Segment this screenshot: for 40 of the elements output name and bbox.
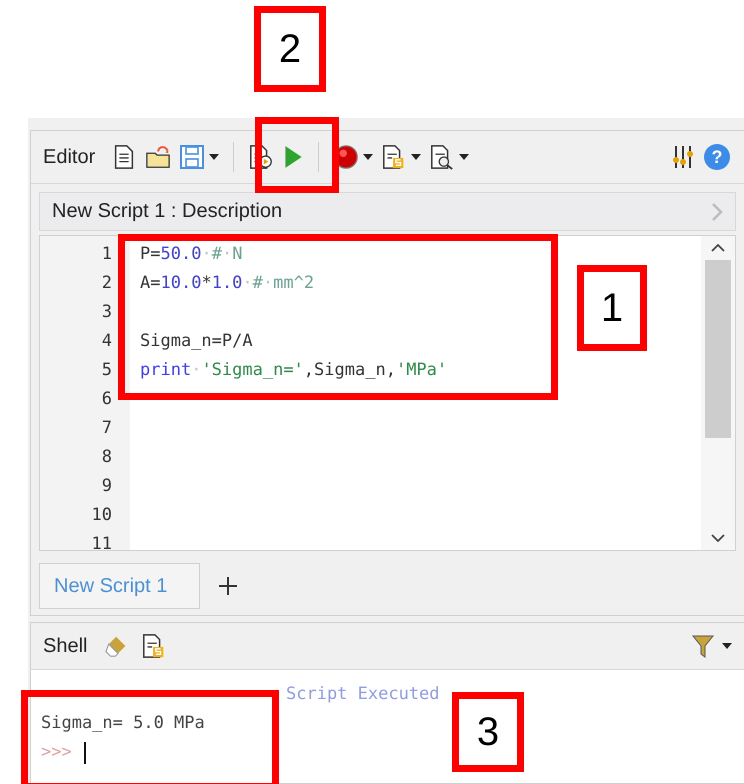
line-number: 10 [90, 504, 113, 527]
scroll-up-icon[interactable] [711, 244, 725, 252]
code-line: A=10.0*1.0·#·mm^2 [140, 272, 316, 295]
sliders-icon[interactable] [670, 144, 696, 170]
description-text: New Script 1 : Description [52, 200, 284, 223]
callout-label: 1 [577, 265, 647, 351]
caret-icon[interactable] [411, 154, 422, 160]
scroll-down-icon[interactable] [711, 534, 725, 542]
run-script-icon[interactable] [248, 144, 274, 170]
line-number: 7 [100, 417, 113, 440]
line-number: 8 [100, 446, 113, 469]
callout-label: 2 [254, 6, 326, 92]
line-number: 2 [100, 272, 113, 295]
scrollbar-thumb[interactable] [705, 260, 731, 438]
code-line: P=50.0·#·N [140, 243, 244, 266]
caret-icon[interactable] [459, 154, 470, 160]
caret-icon[interactable] [363, 154, 374, 160]
text-cursor [84, 742, 86, 764]
code-line: Sigma_n=P/A [140, 330, 254, 353]
document-search-icon[interactable] [429, 144, 456, 170]
line-number: 11 [90, 533, 113, 550]
open-folder-icon[interactable] [145, 144, 172, 170]
scrollbar[interactable] [701, 236, 735, 550]
caret-icon[interactable] [209, 154, 220, 160]
line-number: 6 [100, 388, 113, 411]
line-number: 4 [100, 330, 113, 353]
description-bar[interactable]: New Script 1 : Description [39, 192, 736, 231]
line-number: 5 [100, 359, 113, 382]
line-number: 9 [100, 475, 113, 498]
line-number: 1 [100, 243, 113, 266]
filter-icon[interactable] [690, 633, 716, 659]
panel-title: Shell [43, 634, 88, 658]
output-line: Sigma_n= 5.0 MPa [41, 712, 205, 735]
status-message: Script Executed [286, 683, 440, 706]
callout-label: 3 [452, 692, 524, 772]
add-tab-icon[interactable] [218, 576, 238, 596]
line-number: 3 [100, 301, 113, 324]
caret-icon[interactable] [722, 643, 732, 649]
panel-title: Editor [43, 146, 96, 168]
code-line: print·'Sigma_n=',Sigma_n,'MPa' [140, 359, 448, 382]
